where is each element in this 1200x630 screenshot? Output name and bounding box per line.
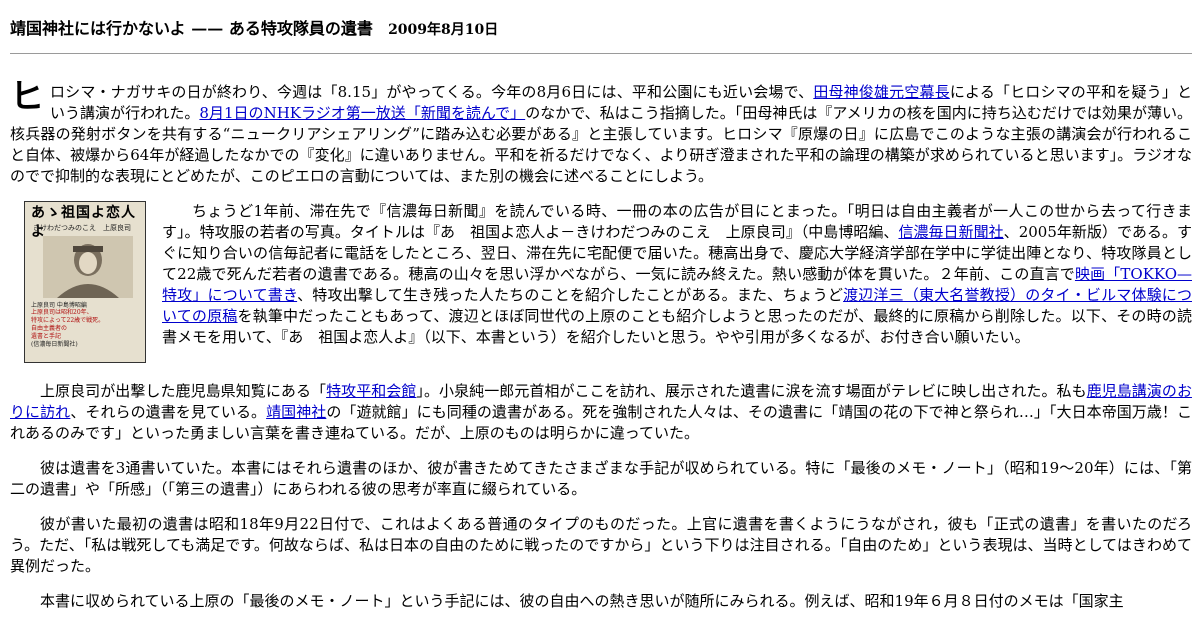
link-nhk-radio[interactable]: 8月1日のNHKラジオ第一放送「新聞を読んで」 <box>199 104 525 122</box>
text-segment: 、それらの遺書を見ている。 <box>70 402 267 421</box>
paragraph-3: 上原良司が出撃した鹿児島県知覧にある「特攻平和会館」。小泉純一郎元首相がここを訪… <box>10 381 1192 444</box>
text-segment: ロシマ・ナガサキの日が終わり、今週は「8.15」がやってくる。今年の8月6日には… <box>50 82 814 101</box>
book-cover-line: 遺書と手記 <box>31 332 62 340</box>
divider <box>10 52 1192 54</box>
link-yasukuni[interactable]: 靖国神社 <box>266 403 326 421</box>
book-cover-subtitle: きけわだつみのこえ 上原良司 <box>33 223 131 232</box>
book-cover-line: (信濃毎日新聞社) <box>31 340 78 348</box>
pilot-photo-icon <box>43 235 133 298</box>
article-date: 2009年8月10日 <box>388 22 499 38</box>
drop-cap: ヒ <box>10 76 44 117</box>
article-title: 靖国神社には行かないよ —— ある特攻隊員の遺書 <box>10 19 373 38</box>
paragraph-4: 彼は遺書を3通書いていた。本書にはそれら遺書のほか、彼が書きためてきたさまざまな… <box>10 458 1192 498</box>
link-tamogami[interactable]: 田母神俊雄元空幕長 <box>813 83 950 101</box>
paragraph-6: 本書に収められている上原の「最後のメモ・ノート」という手記には、彼の自由への熱き… <box>40 591 1124 610</box>
text-segment: 上原良司が出撃した鹿児島県知覧にある「 <box>40 381 327 400</box>
text-segment: を執筆中だったこともあって、渡辺とほぼ同世代の上原のことも紹介しようと思ったのだ… <box>162 306 1192 346</box>
text-segment: 」。小泉純一郎元首相がここを訪れ、展示された遺書に涙を流す場面がテレビに映し出さ… <box>416 381 1087 400</box>
article: 靖国神社には行かないよ —— ある特攻隊員の遺書 2009年8月10日 ヒロシマ… <box>0 0 1200 612</box>
text-segment: 、特攻出撃して生き残った人たちのことを紹介したことがある。また、ちょうど <box>297 285 844 304</box>
book-cover-line: 自由主義者の <box>31 324 68 332</box>
book-cover-text: 上原良司 中島博昭編 上原良司は昭和20年、 特攻によって22歳で戦死。 自由主… <box>31 302 139 349</box>
link-peace-museum[interactable]: 特攻平和会館 <box>326 382 416 400</box>
book-section: あゝ祖国よ恋人よ きけわだつみのこえ 上原良司 上原良司 中島博昭編 上原良司は… <box>10 200 1192 367</box>
article-header: 靖国神社には行かないよ —— ある特攻隊員の遺書 2009年8月10日 <box>10 18 1192 41</box>
book-cover-image: あゝ祖国よ恋人よ きけわだつみのこえ 上原良司 上原良司 中島博昭編 上原良司は… <box>24 200 146 363</box>
paragraph-5: 彼が書いた最初の遺書は昭和18年9月22日付で、これはよくある普通のタイプのもの… <box>10 514 1192 575</box>
link-shinmai[interactable]: 信濃毎日新聞社 <box>898 223 1003 241</box>
paragraph-2: ちょうど1年前、滞在先で『信濃毎日新聞』を読んでいる時、一冊の本の広告が目にとま… <box>10 201 1192 348</box>
book-cover-line: 特攻によって22歳で戦死。 <box>31 317 105 325</box>
paragraph-1: ヒロシマ・ナガサキの日が終わり、今週は「8.15」がやってくる。今年の8月6日に… <box>10 76 1192 187</box>
